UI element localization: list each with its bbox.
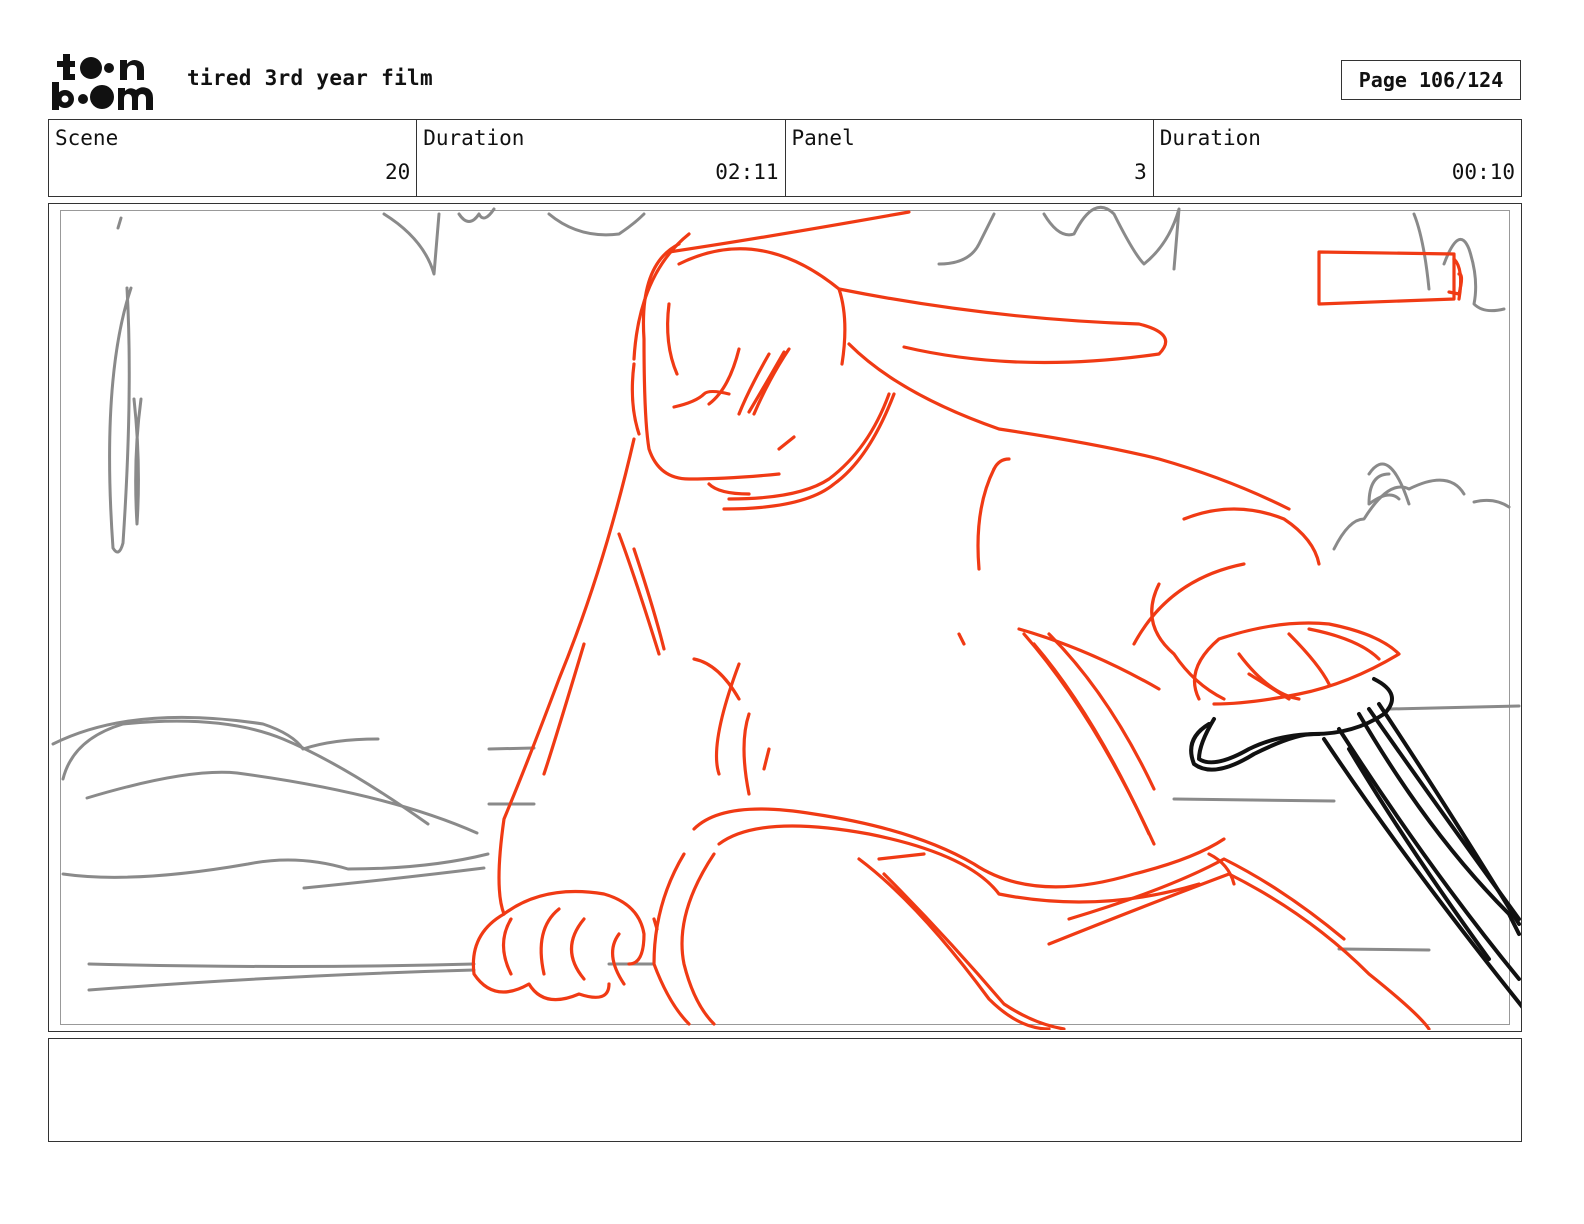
scene-info-table: Scene 20 Duration 02:11 Panel 3 Duration…	[48, 119, 1522, 197]
scene-duration-label: Duration	[423, 126, 525, 150]
background-sketch	[51, 205, 1521, 992]
panel-duration-value: 00:10	[1451, 160, 1515, 184]
page-indicator: Page 106/124	[1341, 60, 1521, 100]
scene-duration-value: 02:11	[715, 160, 779, 184]
caption-box	[48, 1038, 1522, 1142]
scene-value: 20	[384, 160, 411, 184]
storyboard-panel	[48, 203, 1522, 1032]
character-sketch	[471, 210, 1464, 1030]
panel-sketch	[51, 205, 1521, 1030]
page-label: Page 106/124	[1358, 68, 1504, 92]
panel-cell: Panel 3	[786, 120, 1154, 196]
panel-value: 3	[1134, 160, 1147, 184]
scene-duration-cell: Duration 02:11	[417, 120, 786, 196]
toon-boom-logo	[50, 50, 164, 112]
scene-cell: Scene 20	[49, 120, 418, 196]
scene-label: Scene	[55, 126, 119, 150]
project-title: tired 3rd year film	[187, 66, 433, 90]
panel-label: Panel	[791, 126, 855, 150]
panel-duration-cell: Duration 00:10	[1154, 120, 1521, 196]
panel-duration-label: Duration	[1159, 126, 1261, 150]
